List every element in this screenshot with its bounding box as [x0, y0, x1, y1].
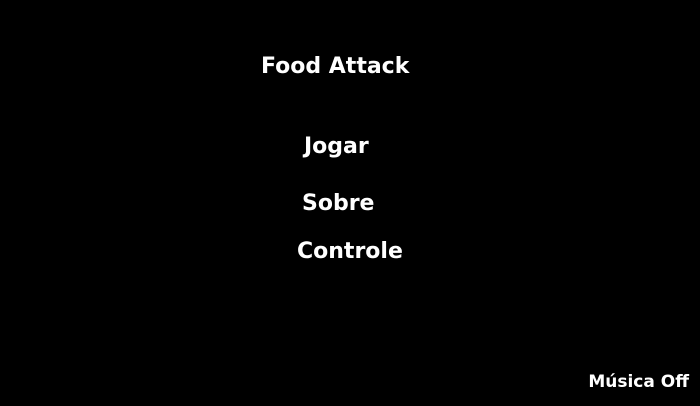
menu-item-jogar[interactable]: Jogar: [304, 136, 369, 158]
menu-item-sobre[interactable]: Sobre: [302, 193, 374, 215]
music-toggle-button[interactable]: Música Off: [588, 374, 689, 391]
menu-item-controle[interactable]: Controle: [297, 241, 403, 263]
main-menu-screen: Food Attack Jogar Sobre Controle Música …: [0, 0, 700, 406]
game-title: Food Attack: [261, 54, 410, 79]
